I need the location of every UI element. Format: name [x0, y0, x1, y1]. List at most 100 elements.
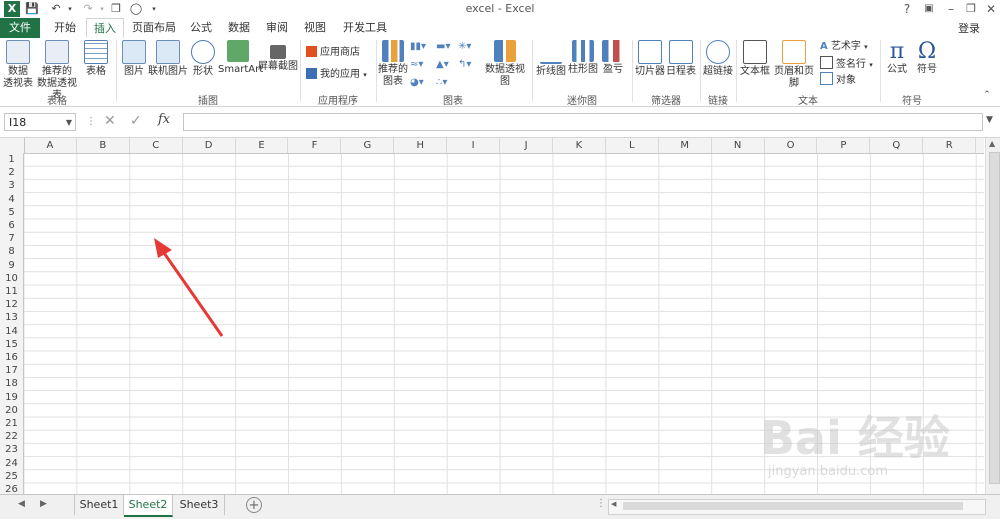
row-header[interactable]: 4 [0, 192, 24, 206]
stock-chart-icon[interactable]: ↰▾ [458, 58, 471, 72]
sheet-tab-3[interactable]: Sheet3 [174, 495, 225, 515]
row-header[interactable]: 15 [0, 337, 24, 351]
add-sheet-icon[interactable]: + [246, 497, 262, 513]
row-header[interactable]: 26 [0, 483, 24, 494]
pivot-chart-button[interactable]: 数据透视图 [482, 40, 528, 88]
cancel-icon[interactable]: ✕ [104, 113, 116, 129]
row-header[interactable]: 3 [0, 179, 24, 193]
column-header[interactable]: C [130, 138, 183, 153]
column-header[interactable]: M [659, 138, 712, 153]
column-chart-icon[interactable]: ▮▮▾ [410, 40, 426, 54]
row-header[interactable]: 18 [0, 377, 24, 391]
equation-button[interactable]: π 公式 [882, 40, 912, 76]
expand-formula-icon[interactable]: ▼ [986, 115, 993, 125]
more-sheets-icon[interactable]: ⋮ [596, 498, 606, 509]
tab-home[interactable]: 开始 [46, 18, 84, 38]
row-header[interactable]: 12 [0, 298, 24, 312]
winloss-button[interactable]: 盈亏 [600, 40, 626, 76]
header-footer-button[interactable]: 页眉和页脚 [770, 40, 818, 90]
close-icon[interactable]: ✕ [980, 0, 1000, 18]
column-header[interactable]: R [923, 138, 977, 153]
minimize-icon[interactable]: – [940, 0, 962, 18]
my-apps-button[interactable]: 我的应用 ▾ [306, 68, 367, 82]
pivot-table-button[interactable]: 数据 透视表 [2, 40, 34, 90]
tab-view[interactable]: 视图 [298, 18, 332, 38]
object-button[interactable]: 对象 [820, 72, 856, 86]
tab-formulas[interactable]: 公式 [184, 18, 218, 38]
row-header[interactable]: 25 [0, 469, 24, 483]
area-chart-icon[interactable]: ▲▾ [436, 58, 449, 72]
row-header[interactable]: 10 [0, 271, 24, 285]
row-header[interactable]: 13 [0, 311, 24, 325]
timeline-button[interactable]: 日程表 [666, 40, 696, 78]
column-header[interactable]: A [24, 138, 77, 153]
name-box-dropdown-icon[interactable]: ▼ [66, 114, 72, 132]
row-header[interactable]: 6 [0, 219, 24, 233]
line-sparkline-button[interactable]: 折线图 [536, 40, 566, 78]
tab-review[interactable]: 审阅 [260, 18, 294, 38]
bar-chart-icon[interactable]: ▬▾ [436, 40, 450, 54]
name-box[interactable]: I18 ▼ [4, 113, 76, 131]
restore-icon[interactable]: ❐ [960, 0, 982, 18]
login-link[interactable]: 登录 [958, 20, 980, 36]
column-header[interactable]: J [500, 138, 553, 153]
hierarchy-chart-icon[interactable]: ✳▾ [458, 40, 471, 54]
column-header[interactable]: D [183, 138, 236, 153]
scatter-chart-icon[interactable]: ∴▾ [436, 76, 447, 90]
column-header[interactable]: Q [870, 138, 924, 153]
help-icon[interactable]: ? [896, 0, 918, 18]
column-header[interactable]: L [606, 138, 659, 153]
signature-button[interactable]: 签名行 ▾ [820, 56, 873, 70]
tab-data[interactable]: 数据 [222, 18, 256, 38]
vertical-scroll-thumb[interactable] [989, 152, 1000, 484]
row-header[interactable]: 20 [0, 403, 24, 417]
collapse-ribbon-icon[interactable]: ⌃ [976, 86, 998, 104]
row-header[interactable]: 2 [0, 166, 24, 180]
tab-page-layout[interactable]: 页面布局 [128, 18, 180, 38]
row-header[interactable]: 5 [0, 205, 24, 219]
column-header[interactable]: I [447, 138, 501, 153]
symbol-button[interactable]: Ω 符号 [912, 40, 942, 76]
smartart-button[interactable]: SmartArt [218, 40, 263, 76]
app-store-button[interactable]: 应用商店 [306, 46, 360, 60]
next-sheet-icon[interactable]: ▶ [40, 499, 47, 509]
prev-sheet-icon[interactable]: ◀ [18, 499, 25, 509]
row-header[interactable]: 14 [0, 324, 24, 338]
column-header[interactable]: P [818, 138, 871, 153]
tab-insert[interactable]: 插入 [86, 18, 124, 38]
column-sparkline-button[interactable]: 柱形图 [568, 40, 598, 76]
ribbon-display-icon[interactable]: ▣ [918, 0, 940, 18]
row-header[interactable]: 9 [0, 258, 24, 272]
row-header[interactable]: 8 [0, 245, 24, 259]
textbox-button[interactable]: 文本框 [740, 40, 770, 78]
row-header[interactable]: 24 [0, 456, 24, 470]
row-header[interactable]: 7 [0, 232, 24, 246]
row-header[interactable]: 11 [0, 285, 24, 299]
online-picture-button[interactable]: 联机图片 [148, 40, 188, 78]
table-button[interactable]: 表格 [82, 40, 110, 78]
column-header[interactable]: G [341, 138, 395, 153]
slicer-button[interactable]: 切片器 [634, 40, 666, 78]
screenshot-button[interactable]: 屏幕截图 [258, 40, 298, 73]
pie-chart-icon[interactable]: ◕▾ [410, 76, 424, 90]
recommended-charts-button[interactable]: 推荐的 图表 [378, 40, 408, 88]
vertical-scrollbar[interactable]: ▲ [985, 138, 1000, 494]
row-header[interactable]: 16 [0, 351, 24, 365]
shapes-button[interactable]: 形状 [188, 40, 218, 78]
column-header[interactable]: E [236, 138, 289, 153]
sheet-tab-2[interactable]: Sheet2 [124, 495, 173, 517]
picture-button[interactable]: 图片 [120, 40, 148, 78]
column-header[interactable]: N [712, 138, 765, 153]
scroll-up-icon[interactable]: ▲ [989, 139, 995, 148]
hyperlink-button[interactable]: 超链接 [702, 40, 734, 78]
sheet-tab-1[interactable]: Sheet1 [74, 495, 124, 515]
row-header[interactable]: 23 [0, 443, 24, 457]
column-header[interactable]: H [394, 138, 448, 153]
row-header[interactable]: 19 [0, 390, 24, 404]
row-header[interactable]: 17 [0, 364, 24, 378]
scroll-left-icon[interactable]: ◀ [611, 500, 616, 508]
select-all-corner[interactable] [0, 138, 25, 153]
enter-icon[interactable]: ✓ [130, 113, 142, 129]
wordart-button[interactable]: A 艺术字 ▾ [820, 40, 868, 54]
formula-input[interactable] [183, 113, 983, 131]
